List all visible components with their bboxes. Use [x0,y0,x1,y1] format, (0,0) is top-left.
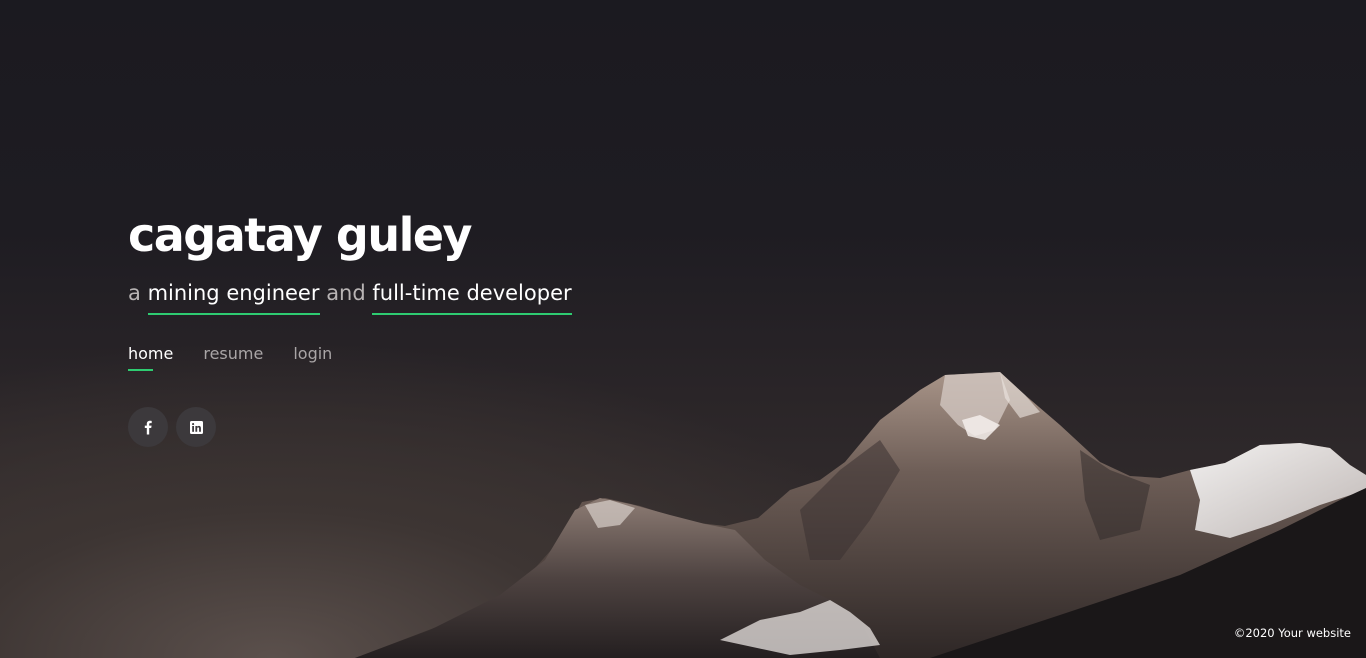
hero-section: cagatay guley a mining engineer and full… [128,205,572,315]
nav-item-resume[interactable]: resume [203,344,263,371]
tagline-prefix: a [128,281,141,305]
main-nav: home resume login [128,344,332,371]
tagline-role-developer: full-time developer [372,281,572,315]
social-links [128,407,216,447]
mountain-background [355,372,1366,658]
footer-copyright: ©2020 Your website [1233,626,1351,640]
nav-item-login[interactable]: login [293,344,332,371]
tagline: a mining engineer and full-time develope… [128,281,572,315]
tagline-role-mining-engineer: mining engineer [147,281,320,315]
page-title: cagatay guley [128,208,473,262]
facebook-icon [144,420,152,435]
tagline-conjunction: and [326,281,366,305]
linkedin-icon [189,420,203,434]
linkedin-button[interactable] [176,407,216,447]
nav-item-home[interactable]: home [128,344,173,371]
facebook-button[interactable] [128,407,168,447]
